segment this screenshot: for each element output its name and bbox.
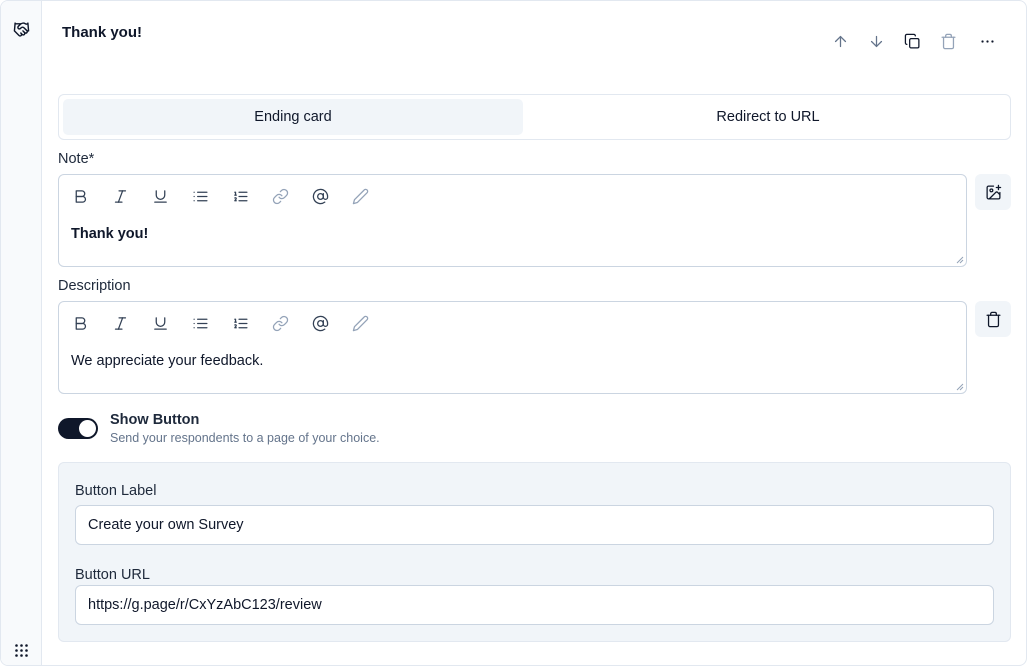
bold-button[interactable]	[70, 313, 90, 333]
mention-button[interactable]	[310, 186, 330, 206]
copy-icon	[904, 33, 920, 49]
ending-card-editor: Thank you! Ending card Redirect to URL N…	[0, 0, 1027, 666]
italic-icon	[114, 189, 126, 203]
move-down-button[interactable]	[865, 30, 887, 52]
description-editor[interactable]: We appreciate your feedback.	[58, 301, 967, 394]
trash-icon	[985, 311, 1001, 327]
mention-button[interactable]	[310, 313, 330, 333]
underline-button[interactable]	[150, 313, 170, 333]
show-button-description: Send your respondents to a page of your …	[110, 431, 380, 445]
link-icon	[272, 188, 288, 204]
resize-grip-icon[interactable]	[956, 383, 964, 391]
delete-description-button[interactable]	[975, 301, 1011, 337]
description-text[interactable]: We appreciate your feedback.	[71, 353, 263, 369]
numbered-list-button[interactable]	[230, 186, 250, 206]
note-editor[interactable]: Thank you!	[58, 174, 967, 267]
ending-type-tabs: Ending card Redirect to URL	[58, 94, 1011, 140]
add-image-button[interactable]	[975, 174, 1011, 210]
description-editor-toolbar	[59, 302, 966, 342]
handshake-icon	[13, 21, 30, 38]
card-title[interactable]: Thank you!	[62, 24, 142, 41]
numbered-list-icon	[233, 191, 248, 201]
tab-redirect-to-url[interactable]: Redirect to URL	[529, 99, 1007, 135]
note-text[interactable]: Thank you!	[71, 226, 148, 242]
tab-ending-card[interactable]: Ending card	[63, 99, 523, 135]
link-button[interactable]	[270, 186, 290, 206]
pencil-icon	[352, 315, 368, 331]
button-settings-panel: Button Label Button URL	[58, 462, 1011, 642]
mention-icon	[312, 188, 328, 204]
italic-icon	[114, 316, 126, 330]
note-label: Note*	[58, 151, 95, 167]
more-horizontal-icon	[980, 39, 994, 43]
toggle-knob	[79, 420, 96, 437]
pencil-icon	[352, 188, 368, 204]
pencil-button[interactable]	[350, 186, 370, 206]
description-label: Description	[58, 278, 131, 294]
link-icon	[272, 315, 288, 331]
bold-button[interactable]	[70, 186, 90, 206]
button-url-label: Button URL	[75, 567, 150, 583]
bold-icon	[75, 316, 86, 330]
bold-icon	[75, 189, 86, 203]
note-editor-toolbar	[59, 175, 966, 215]
trash-icon	[940, 33, 956, 49]
bullet-list-icon	[192, 191, 208, 201]
resize-grip-icon[interactable]	[956, 256, 964, 264]
more-options-button[interactable]	[976, 30, 998, 52]
bullet-list-button[interactable]	[190, 186, 210, 206]
numbered-list-button[interactable]	[230, 313, 250, 333]
button-label-label: Button Label	[75, 483, 157, 499]
numbered-list-icon	[233, 318, 248, 328]
arrow-up-icon	[834, 35, 846, 47]
underline-icon	[153, 189, 167, 203]
link-button[interactable]	[270, 313, 290, 333]
pencil-button[interactable]	[350, 313, 370, 333]
image-plus-icon	[985, 184, 1001, 200]
show-button-title: Show Button	[110, 412, 200, 428]
move-up-button[interactable]	[829, 30, 851, 52]
italic-button[interactable]	[110, 313, 130, 333]
button-label-input[interactable]	[75, 505, 994, 545]
bullet-list-icon	[192, 318, 208, 328]
duplicate-button[interactable]	[901, 30, 923, 52]
bullet-list-button[interactable]	[190, 313, 210, 333]
drag-handle-icon[interactable]	[14, 643, 29, 658]
underline-button[interactable]	[150, 186, 170, 206]
underline-icon	[153, 316, 167, 330]
italic-button[interactable]	[110, 186, 130, 206]
delete-button[interactable]	[937, 30, 959, 52]
arrow-down-icon	[870, 35, 882, 47]
button-url-input[interactable]	[75, 585, 994, 625]
card-left-rail	[1, 1, 42, 665]
show-button-toggle[interactable]	[58, 418, 98, 439]
mention-icon	[312, 315, 328, 331]
